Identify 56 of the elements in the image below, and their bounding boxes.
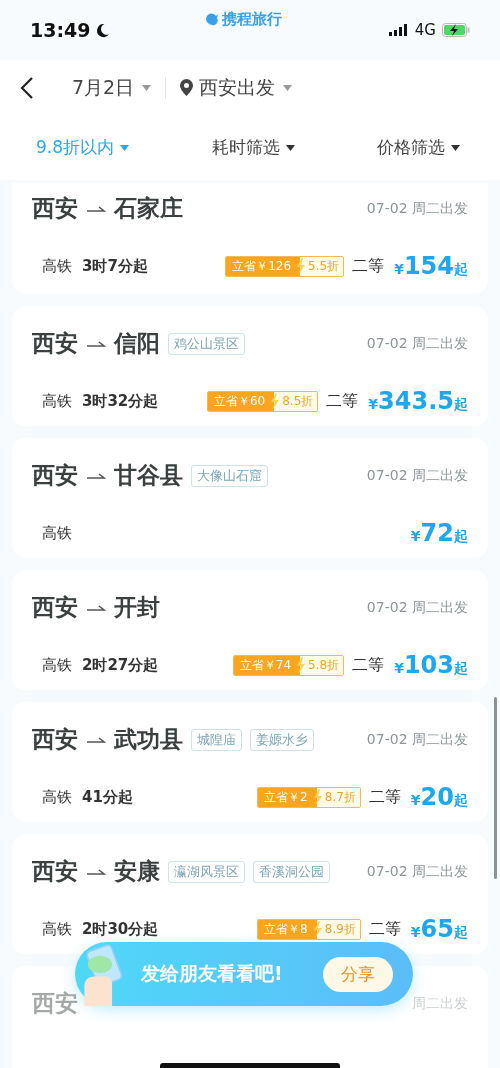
network-type: 4G <box>414 21 436 39</box>
discount-badge: 立省￥60 8.5折 <box>206 390 319 412</box>
origin-city: 西安 <box>32 725 78 754</box>
departure-date: 07-02 周二出发 <box>366 598 468 617</box>
departure-date: 07-02 周二出发 <box>366 199 468 218</box>
destination-city: 武功县 <box>114 725 183 754</box>
attraction-tag: 姜嫄水乡 <box>250 728 314 751</box>
ticket-price: ¥154起 <box>394 252 468 280</box>
app-logo: 携程旅行 <box>222 10 282 29</box>
origin-city: 西安 <box>32 194 78 223</box>
train-type: 高铁 <box>42 256 72 276</box>
train-type: 高铁 <box>42 523 72 543</box>
destination-city: 开封 <box>114 593 160 622</box>
seat-class: 二等 <box>326 390 359 412</box>
attraction-tag: 瀛湖风景区 <box>168 860 245 883</box>
origin-city: 西安 <box>32 329 78 358</box>
origin-city: 西安 <box>32 989 78 1018</box>
seat-class: 二等 <box>352 654 385 676</box>
seat-class: 二等 <box>352 255 385 277</box>
train-type: 高铁 <box>42 919 72 939</box>
travel-duration: 3时7分起 <box>82 256 148 276</box>
attraction-tag: 城隍庙 <box>191 728 242 751</box>
attraction-tag: 鸡公山景区 <box>168 332 245 355</box>
discount-badge: 立省￥74 5.8折 <box>232 654 345 676</box>
travel-duration: 3时32分起 <box>82 391 159 411</box>
status-time: 13:49 <box>30 19 91 41</box>
destination-city: 安康 <box>114 857 160 886</box>
origin-city: 西安 <box>32 461 78 490</box>
ticket-price: ¥72起 <box>410 519 468 547</box>
train-type: 高铁 <box>42 655 72 675</box>
departure-date: 07-02 周二出发 <box>366 862 468 881</box>
train-type: 高铁 <box>42 391 72 411</box>
discount-badge: 立省￥8 8.9折 <box>257 918 361 940</box>
departure-date: 07-02 周二出发 <box>366 730 468 749</box>
train-type: 高铁 <box>42 787 72 807</box>
discount-badge: 立省￥2 8.7折 <box>257 786 361 808</box>
travel-duration: 2时27分起 <box>82 655 159 675</box>
ticket-price: ¥343.5起 <box>368 387 468 415</box>
destination-city: 信阳 <box>114 329 160 358</box>
destination-city: 甘谷县 <box>114 461 183 490</box>
attraction-tag: 香溪洞公园 <box>253 860 330 883</box>
destination-city: 石家庄 <box>114 194 183 223</box>
travel-duration: 41分起 <box>82 787 133 807</box>
travel-duration: 2时30分起 <box>82 919 159 939</box>
departure-date: 07-02 周二出发 <box>366 334 468 353</box>
share-prompt: 发给朋友看看吧! <box>141 961 283 986</box>
attraction-tag: 大像山石窟 <box>191 464 268 487</box>
ticket-price: ¥103起 <box>394 651 468 679</box>
seat-class: 二等 <box>368 918 401 940</box>
origin-city: 西安 <box>32 593 78 622</box>
ticket-price: ¥20起 <box>410 783 468 811</box>
origin-city: 西安 <box>32 857 78 886</box>
seat-class: 二等 <box>368 786 401 808</box>
discount-badge: 立省￥126 5.5折 <box>225 255 345 277</box>
departure-date: 07-02 周二出发 <box>366 466 468 485</box>
ticket-price: ¥65起 <box>410 915 468 943</box>
